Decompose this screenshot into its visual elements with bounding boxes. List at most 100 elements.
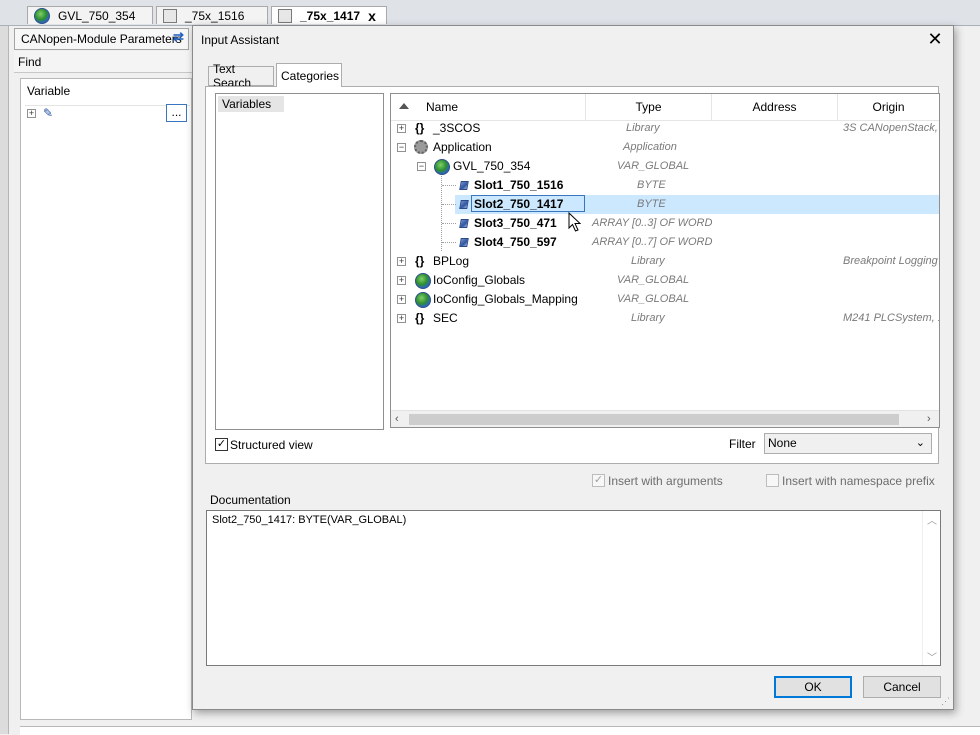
row-origin: Breakpoint Logging bbox=[843, 255, 938, 267]
tree-row-slot2[interactable]: Slot2_750_1417 BYTE bbox=[391, 195, 939, 214]
expand-icon[interactable]: + bbox=[397, 295, 406, 304]
left-side-strip bbox=[0, 26, 9, 734]
tab-text-search[interactable]: Text Search bbox=[208, 62, 274, 90]
expand-icon[interactable]: + bbox=[397, 124, 406, 133]
tab-canopen-module-parameters[interactable]: CANopen-Module Parameters bbox=[14, 28, 189, 50]
row-name: Slot1_750_1516 bbox=[474, 178, 564, 192]
ellipsis-button[interactable]: ... bbox=[166, 104, 187, 122]
row-type: VAR_GLOBAL bbox=[617, 293, 690, 305]
documentation-box[interactable]: Slot2_750_1417: BYTE(VAR_GLOBAL) ︿ ﹀ bbox=[206, 510, 941, 666]
row-type: Library bbox=[626, 122, 660, 134]
chevron-down-icon: ⌄ bbox=[915, 437, 925, 449]
tab-75x-1516[interactable]: _75x_1516 bbox=[156, 6, 268, 24]
row-type: VAR_GLOBAL bbox=[617, 160, 690, 172]
category-item-variables[interactable]: Variables bbox=[218, 96, 284, 112]
expand-icon[interactable]: + bbox=[397, 314, 406, 323]
documentation-text: Slot2_750_1417: BYTE(VAR_GLOBAL) bbox=[212, 514, 407, 526]
horizontal-scrollbar[interactable]: ‹ › bbox=[391, 410, 939, 427]
tab-label: GVL_750_354 bbox=[58, 8, 136, 23]
page-icon bbox=[278, 8, 292, 23]
tree-row-ioconfig-globals[interactable]: + IoConfig_Globals VAR_GLOBAL bbox=[391, 271, 939, 290]
row-origin: 3S CANopenStack, bbox=[843, 122, 938, 134]
row-type: Application bbox=[623, 141, 677, 153]
filter-dropdown[interactable]: None ⌄ bbox=[764, 433, 932, 454]
scroll-up-icon[interactable]: ︿ bbox=[927, 512, 937, 527]
tree-row-3scos[interactable]: + {} _3SCOS Library 3S CANopenStack, bbox=[391, 119, 939, 138]
insert-with-namespace-label: Insert with namespace prefix bbox=[782, 474, 935, 488]
tree-row-bplog[interactable]: + {} BPLog Library Breakpoint Logging bbox=[391, 252, 939, 271]
row-type: ARRAY [0..3] OF WORD bbox=[592, 217, 713, 229]
tab-label: _75x_1417 bbox=[300, 8, 361, 23]
variable-header: Variable bbox=[27, 84, 71, 98]
column-header-type[interactable]: Type bbox=[586, 94, 712, 120]
globe-icon bbox=[434, 159, 450, 175]
filter-value: None bbox=[768, 436, 797, 450]
ok-button[interactable]: OK bbox=[774, 676, 852, 698]
tree-header: Name Type Address Origin bbox=[391, 94, 939, 121]
row-type: BYTE bbox=[637, 179, 666, 191]
tree-row-gvl-750-354[interactable]: − GVL_750_354 VAR_GLOBAL bbox=[391, 157, 939, 176]
page-icon bbox=[163, 8, 177, 23]
collapse-icon[interactable]: − bbox=[417, 162, 426, 171]
variable-icon bbox=[459, 200, 469, 209]
scroll-left-icon[interactable]: ‹ bbox=[395, 413, 399, 425]
library-braces-icon: {} bbox=[415, 121, 425, 135]
filter-label: Filter bbox=[729, 437, 756, 451]
collapse-icon[interactable]: − bbox=[397, 143, 406, 152]
globe-icon bbox=[415, 292, 431, 308]
row-type: Library bbox=[631, 255, 665, 267]
tree-row-sec[interactable]: + {} SEC Library M241 PLCSystem, 1 bbox=[391, 309, 939, 328]
input-assistant-dialog: Input Assistant ✕ Text Search Categories… bbox=[192, 25, 954, 710]
find-toolbar: Find bbox=[14, 51, 194, 73]
row-name: Application bbox=[433, 140, 492, 154]
row-name: Slot3_750_471 bbox=[474, 216, 557, 230]
row-name: GVL_750_354 bbox=[453, 159, 531, 173]
row-name: Slot2_750_1417 bbox=[474, 197, 564, 211]
tree-line bbox=[442, 223, 456, 224]
scroll-right-icon[interactable]: › bbox=[927, 413, 931, 425]
tree-row-application[interactable]: − Application Application bbox=[391, 138, 939, 157]
column-header-name[interactable]: Name bbox=[391, 94, 586, 120]
tree-row-slot3[interactable]: Slot3_750_471 ARRAY [0..3] OF WORD bbox=[391, 214, 939, 233]
row-type: Library bbox=[631, 312, 665, 324]
structured-view-label: Structured view bbox=[230, 438, 313, 452]
tree-row-ioconfig-globals-mapping[interactable]: + IoConfig_Globals_Mapping VAR_GLOBAL bbox=[391, 290, 939, 309]
variable-icon bbox=[459, 181, 469, 190]
tree-row-slot4[interactable]: Slot4_750_597 ARRAY [0..7] OF WORD bbox=[391, 233, 939, 252]
row-type: VAR_GLOBAL bbox=[617, 274, 690, 286]
tab-label: _75x_1516 bbox=[185, 8, 245, 23]
tab-gvl-750-354[interactable]: GVL_750_354 bbox=[27, 6, 153, 24]
mouse-pointer-icon bbox=[568, 212, 582, 232]
library-braces-icon: {} bbox=[415, 254, 425, 268]
row-name: SEC bbox=[433, 311, 458, 325]
expand-icon[interactable]: + bbox=[397, 257, 406, 266]
tree-row-slot1[interactable]: Slot1_750_1516 BYTE bbox=[391, 176, 939, 195]
tree-line bbox=[442, 204, 456, 205]
expand-icon[interactable]: + bbox=[27, 109, 36, 118]
swap-arrows-icon[interactable]: ⇄ bbox=[173, 29, 189, 45]
vertical-scrollbar[interactable]: ︿ ﹀ bbox=[922, 511, 940, 665]
expand-icon[interactable]: + bbox=[397, 276, 406, 285]
categories-pane: Variables Name Type Address Origin + {} … bbox=[205, 86, 940, 464]
row-name: Slot4_750_597 bbox=[474, 235, 557, 249]
structured-view-checkbox[interactable]: ✓ bbox=[215, 438, 228, 451]
close-icon[interactable]: x bbox=[368, 8, 376, 24]
category-list: Variables bbox=[215, 93, 384, 430]
insert-with-arguments-checkbox[interactable]: ✓ bbox=[592, 474, 605, 487]
find-button[interactable]: Find bbox=[18, 55, 41, 69]
cancel-button[interactable]: Cancel bbox=[863, 676, 941, 698]
tab-75x-1417[interactable]: _75x_1417 x bbox=[271, 6, 387, 24]
globe-icon bbox=[34, 7, 50, 24]
row-name: IoConfig_Globals_Mapping bbox=[433, 292, 578, 306]
scrollbar-thumb[interactable] bbox=[409, 414, 899, 425]
column-header-origin[interactable]: Origin bbox=[838, 94, 939, 120]
row-name: IoConfig_Globals bbox=[433, 273, 526, 287]
dialog-title: Input Assistant bbox=[201, 33, 280, 47]
column-header-address[interactable]: Address bbox=[712, 94, 838, 120]
close-icon[interactable]: ✕ bbox=[925, 29, 945, 49]
variable-mapping-icon: ✎ bbox=[43, 106, 54, 120]
insert-with-namespace-checkbox[interactable] bbox=[766, 474, 779, 487]
scroll-down-icon[interactable]: ﹀ bbox=[927, 649, 937, 664]
resize-grip-icon[interactable]: ⋰ bbox=[941, 696, 950, 707]
tab-categories[interactable]: Categories bbox=[276, 63, 342, 87]
